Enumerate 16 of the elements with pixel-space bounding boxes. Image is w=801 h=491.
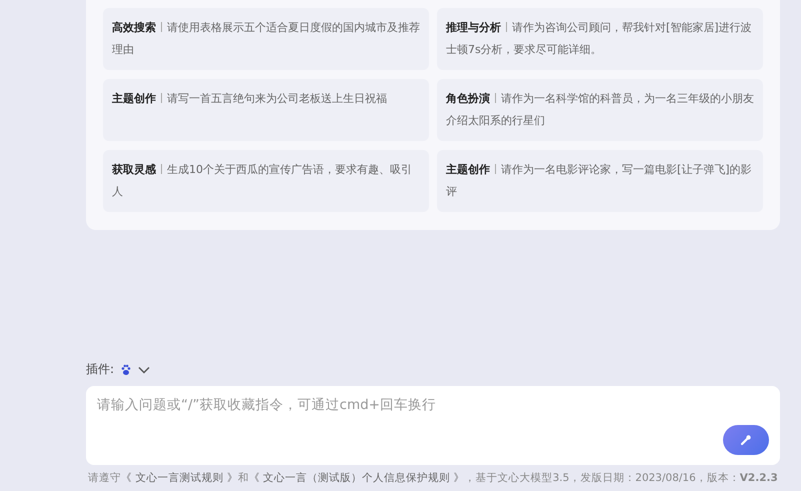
rules-link[interactable]: 《 文心一言（测试版）个人信息保护规则 》: [248, 472, 465, 484]
chevron-down-icon[interactable]: [138, 366, 150, 374]
prompt-suggestion[interactable]: 推理与分析 请作为咨询公司顾问，帮我针对[智能家居]进行波士顿7s分析，要求尽可能详细。: [437, 8, 763, 70]
prompt-suggestion[interactable]: 主题创作 请作为一名电影评论家，写一篇电影[让子弹飞]的影评: [437, 150, 763, 212]
paw-icon[interactable]: [120, 364, 132, 376]
prompt-suggestion[interactable]: 高效搜索 请使用表格展示五个适合夏日度假的国内城市及推荐理由: [103, 8, 429, 70]
prompt-suggestion[interactable]: 获取灵感 生成10个关于西瓜的宣传广告语，要求有趣、吸引人: [103, 150, 429, 212]
footer-notice: 请遵守《 文心一言测试规则 》和《 文心一言（测试版）个人信息保护规则 》，基于文心大模型3.5，发版日期：2023/08/16，版本：V2.2.3: [87, 471, 779, 486]
prompt-suggestion[interactable]: 主题创作 请写一首五言绝句来为公司老板送上生日祝福: [103, 79, 429, 141]
question-field[interactable]: 请输入问题或“/”获取收藏指令，可通过cmd+回车换行: [86, 386, 780, 465]
prompt-suggestion[interactable]: 角色扮演 请作为一名科学馆的科普员，为一名三年级的小朋友介绍太阳系的行星们: [437, 79, 763, 141]
send-icon: [739, 433, 753, 447]
rules-link[interactable]: 《 文心一言测试规则 》: [121, 472, 238, 484]
send-button[interactable]: [723, 425, 769, 455]
plugin-label: 插件:: [86, 361, 114, 378]
question-input[interactable]: 请输入问题或“/”获取收藏指令，可通过cmd+回车换行: [97, 396, 769, 439]
